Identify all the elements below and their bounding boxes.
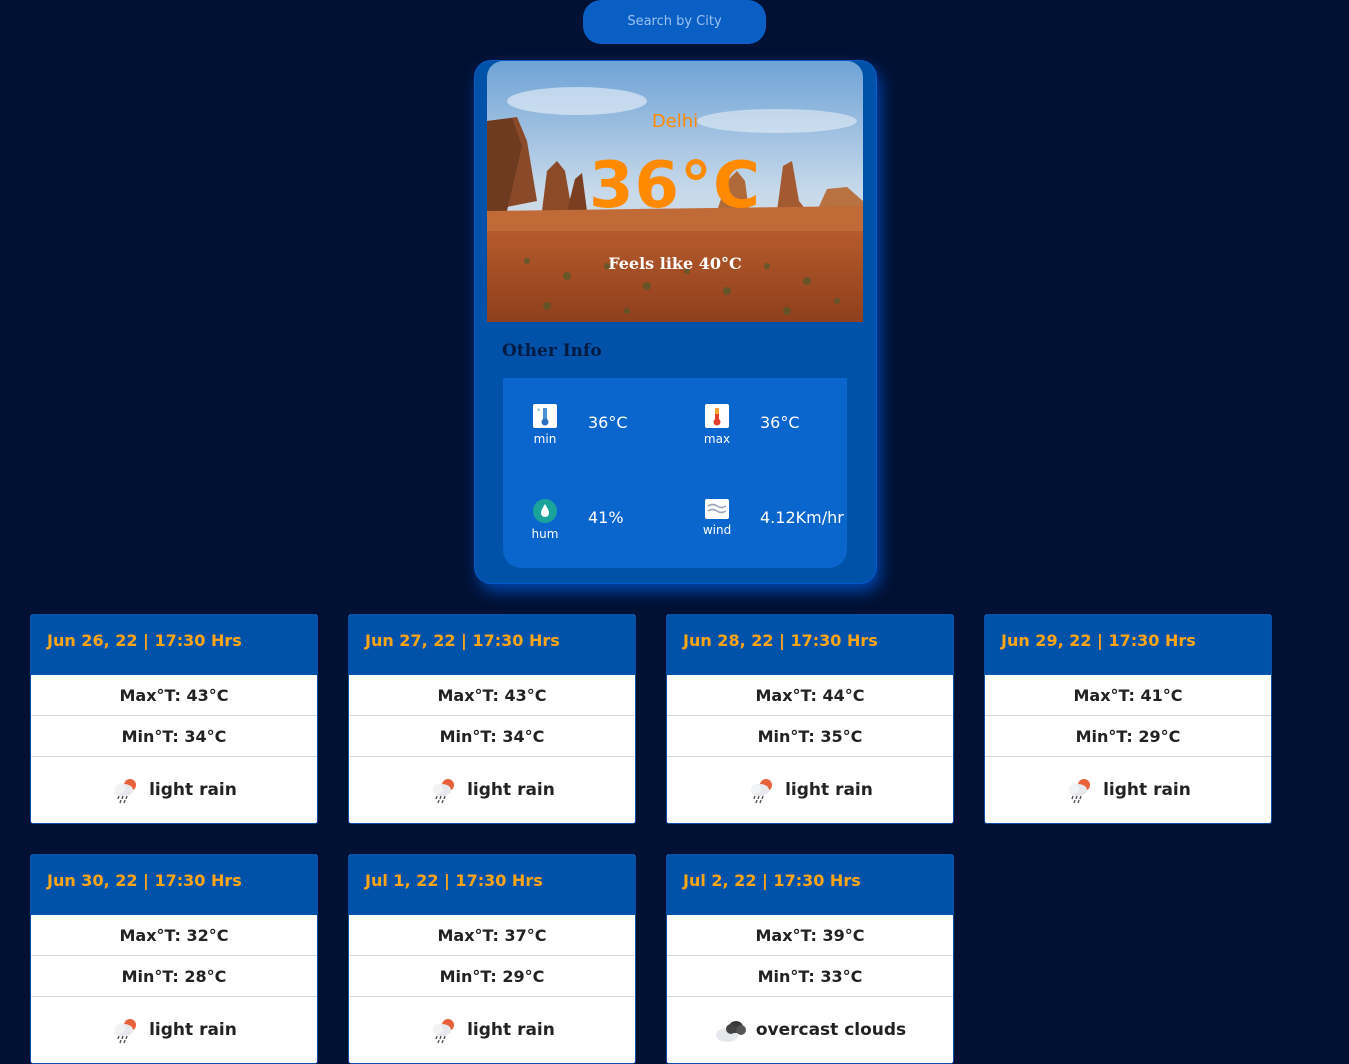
forecast-card: Jun 26, 22 | 17:30 Hrs Max°T: 43°C Min°T… [30, 614, 318, 824]
light-rain-icon [111, 775, 141, 805]
forecast-max-temp: Max°T: 39°C [667, 915, 953, 956]
forecast-card: Jun 29, 22 | 17:30 Hrs Max°T: 41°C Min°T… [984, 614, 1272, 824]
min-temp-item: * min 36°C [503, 404, 663, 454]
forecast-card: Jun 30, 22 | 17:30 Hrs Max°T: 32°C Min°T… [30, 854, 318, 1064]
light-rain-icon [111, 1015, 141, 1045]
hum-value: 41% [588, 508, 624, 527]
forecast-min-temp: Min°T: 33°C [667, 956, 953, 997]
current-temperature: 36°C [588, 149, 762, 223]
forecast-max-temp: Max°T: 43°C [349, 675, 635, 716]
forecast-max-temp: Max°T: 43°C [31, 675, 317, 716]
overcast-clouds-icon [714, 1015, 748, 1045]
forecast-min-temp: Min°T: 34°C [31, 716, 317, 757]
city-name: Delhi [651, 111, 699, 132]
forecast-description: light rain [467, 780, 555, 800]
light-rain-icon [429, 775, 459, 805]
forecast-date: Jul 1, 22 | 17:30 Hrs [349, 855, 635, 915]
forecast-min-temp: Min°T: 35°C [667, 716, 953, 757]
forecast-card: Jun 28, 22 | 17:30 Hrs Max°T: 44°C Min°T… [666, 614, 954, 824]
forecast-description-row: light rain [31, 997, 317, 1063]
forecast-card: Jun 27, 22 | 17:30 Hrs Max°T: 43°C Min°T… [348, 614, 636, 824]
forecast-description: light rain [149, 780, 237, 800]
feels-like-text: Feels like 40°C [608, 254, 742, 273]
forecast-min-temp: Min°T: 29°C [985, 716, 1271, 757]
max-label: max [703, 432, 731, 446]
min-label: min [533, 432, 557, 446]
light-rain-icon [429, 1015, 459, 1045]
forecast-max-temp: Max°T: 41°C [985, 675, 1271, 716]
forecast-description-row: light rain [667, 757, 953, 823]
forecast-description-row: light rain [985, 757, 1271, 823]
humidity-drop-icon [533, 499, 557, 523]
search-by-city-button[interactable]: Search by City [583, 0, 766, 44]
wind-label: wind [702, 523, 732, 537]
forecast-date: Jul 2, 22 | 17:30 Hrs [667, 855, 953, 915]
thermometer-cold-icon: * [533, 404, 557, 428]
forecast-date: Jun 26, 22 | 17:30 Hrs [31, 615, 317, 675]
forecast-date: Jun 30, 22 | 17:30 Hrs [31, 855, 317, 915]
thermometer-hot-icon [705, 404, 729, 428]
forecast-max-temp: Max°T: 44°C [667, 675, 953, 716]
forecast-max-temp: Max°T: 32°C [31, 915, 317, 956]
forecast-min-temp: Min°T: 34°C [349, 716, 635, 757]
forecast-description: light rain [149, 1020, 237, 1040]
forecast-description-row: light rain [349, 997, 635, 1063]
wind-value: 4.12Km/hr [760, 508, 844, 527]
forecast-description: light rain [785, 780, 873, 800]
forecast-card: Jul 1, 22 | 17:30 Hrs Max°T: 37°C Min°T:… [348, 854, 636, 1064]
max-value: 36°C [760, 413, 800, 432]
forecast-description: light rain [1103, 780, 1191, 800]
other-info-title: Other Info [502, 341, 602, 361]
forecast-description: light rain [467, 1020, 555, 1040]
wind-icon [705, 499, 729, 519]
light-rain-icon [747, 775, 777, 805]
forecast-min-temp: Min°T: 29°C [349, 956, 635, 997]
light-rain-icon [1065, 775, 1095, 805]
desert-background-image: Delhi 36°C Feels like 40°C [487, 61, 863, 322]
forecast-date: Jun 28, 22 | 17:30 Hrs [667, 615, 953, 675]
forecast-date: Jun 27, 22 | 17:30 Hrs [349, 615, 635, 675]
other-info-panel: * min 36°C max 36°C hum 41% wind 4.12Km/… [503, 378, 847, 568]
svg-text:*: * [537, 407, 541, 415]
forecast-card: Jul 2, 22 | 17:30 Hrs Max°T: 39°C Min°T:… [666, 854, 954, 1064]
max-temp-item: max 36°C [675, 404, 835, 454]
hum-label: hum [531, 527, 559, 541]
forecast-description-row: light rain [31, 757, 317, 823]
min-value: 36°C [588, 413, 628, 432]
wind-item: wind 4.12Km/hr [675, 499, 844, 549]
forecast-description-row: light rain [349, 757, 635, 823]
forecast-max-temp: Max°T: 37°C [349, 915, 635, 956]
forecast-description-row: overcast clouds [667, 997, 953, 1063]
current-weather-card: Delhi 36°C Feels like 40°C Other Info * … [475, 61, 876, 583]
forecast-min-temp: Min°T: 28°C [31, 956, 317, 997]
forecast-description: overcast clouds [755, 1020, 907, 1040]
humidity-item: hum 41% [503, 499, 663, 549]
forecast-date: Jun 29, 22 | 17:30 Hrs [985, 615, 1271, 675]
